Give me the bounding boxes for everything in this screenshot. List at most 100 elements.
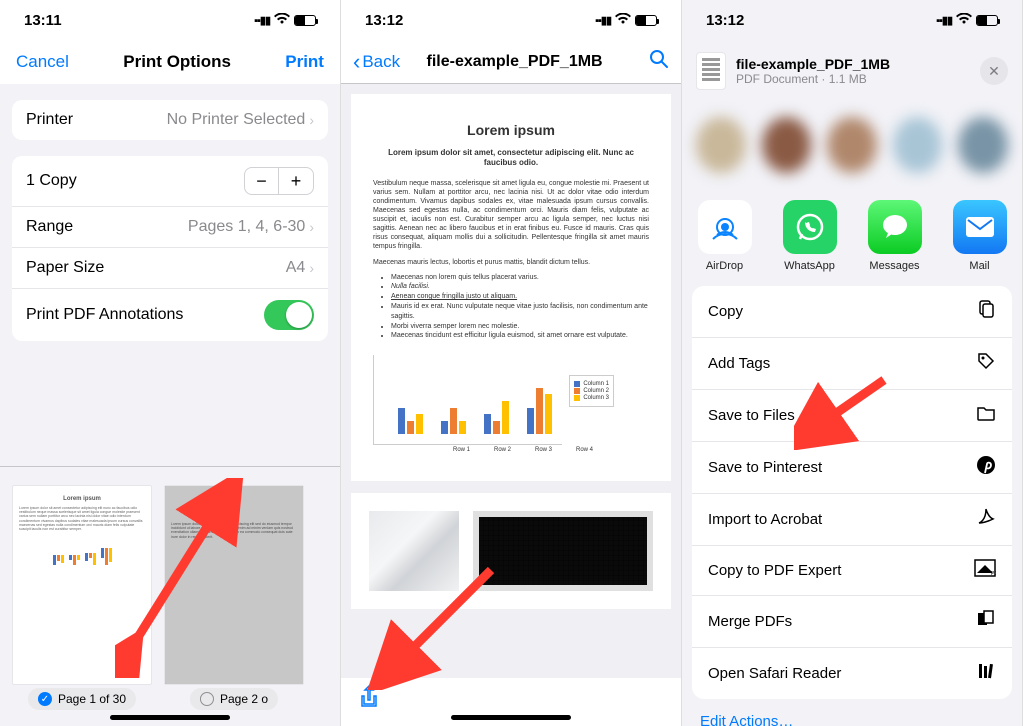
app-whatsapp[interactable]: WhatsApp [778,200,842,272]
document-scroll[interactable]: Lorem ipsum Lorem ipsum dolor sit amet, … [341,84,681,678]
copies-stepper[interactable]: − + [244,167,314,195]
share-icon[interactable] [359,685,379,715]
airdrop-icon [698,200,752,254]
stepper-minus[interactable]: − [245,168,279,194]
printer-row[interactable]: Printer No Printer Selected› [12,100,328,140]
status-icons: ▪▪▮▮ [595,12,657,29]
document-page: Lorem ipsum Lorem ipsum dolor sit amet, … [351,94,671,481]
action-merge-pdfs[interactable]: Merge PDFs [692,596,1012,648]
circle-icon [200,692,214,706]
annotations-toggle[interactable] [264,300,314,330]
list-item: Maecenas non lorem quis tellus placerat … [391,273,649,283]
nav-title: file-example_PDF_1MB [400,53,649,71]
range-value: Pages 1, 4, 6-30 [188,218,305,236]
papersize-row[interactable]: Paper Size A4› [12,248,328,289]
thumb-page-1[interactable]: Lorem ipsum Lorem ipsum dolor sit amet c… [12,485,152,685]
status-icons: ▪▪▮▮ [254,12,316,29]
messages-icon [868,200,922,254]
battery-icon [294,15,316,26]
doc-paragraph: Vestibulum neque massa, scelerisque sit … [373,179,649,252]
search-icon[interactable] [649,49,669,74]
copies-label: 1 Copy [26,172,77,190]
signal-icon: ▪▪▮▮ [595,14,611,27]
action-safari-reader[interactable]: Open Safari Reader [692,648,1012,699]
stepper-plus[interactable]: + [279,168,313,194]
papersize-value: A4 [286,259,306,277]
file-name: file-example_PDF_1MB [736,56,970,72]
annotations-label: Print PDF Annotations [26,306,183,324]
page-thumbnails[interactable]: Lorem ipsum Lorem ipsum dolor sit amet c… [0,466,340,726]
thumb-label-1: ✓ Page 1 of 30 [28,688,136,710]
tag-icon [976,351,996,376]
action-add-tags[interactable]: Add Tags [692,338,1012,390]
nav-bar: Cancel Print Options Print [0,40,340,84]
list-item: Aenean congue fringilla justo ut aliquam… [391,292,649,302]
app-airdrop[interactable]: AirDrop [693,200,757,272]
options-card: 1 Copy − + Range Pages 1, 4, 6-30› Paper… [12,156,328,341]
range-row[interactable]: Range Pages 1, 4, 6-30› [12,207,328,248]
thumb-page-text: Page 2 o [220,692,268,706]
wifi-icon [956,12,972,29]
nav-title: Print Options [123,52,231,72]
battery-icon [635,15,657,26]
pdfexpert-icon: PDF [974,559,996,582]
action-copy-pdfexpert[interactable]: Copy to PDF Expert PDF [692,546,1012,596]
wifi-icon [615,12,631,29]
thumb-page-2[interactable]: Lorem ipsum dolor sit amet consectetur a… [164,485,304,685]
signal-icon: ▪▪▮▮ [254,14,270,27]
screen-print-options: 13:11 ▪▪▮▮ Cancel Print Options Print Pr… [0,0,341,726]
action-save-pinterest[interactable]: Save to Pinterest [692,442,1012,494]
file-thumbnail [696,52,726,90]
chart-legend: Column 1Column 2Column 3 [569,375,614,407]
app-label: AirDrop [706,260,743,272]
mail-icon [953,200,1007,254]
doc-chart: Column 1Column 2Column 3 [373,355,562,445]
action-label: Open Safari Reader [708,665,841,682]
doc-subheading: Lorem ipsum dolor sit amet, consectetur … [373,148,649,169]
nav-bar: ‹ Back file-example_PDF_1MB [341,40,681,84]
edit-actions-button[interactable]: Edit Actions… [682,699,1022,726]
printer-label: Printer [26,111,73,129]
reader-icon [976,661,996,686]
doc-heading: Lorem ipsum [373,122,649,138]
file-meta: PDF Document · 1.1 MB [736,72,970,86]
contacts-row[interactable] [682,100,1022,190]
action-label: Copy to PDF Expert [708,562,841,579]
close-icon: ✕ [988,63,1000,80]
marble-image [369,511,459,591]
status-bar: 13:12 ▪▪▮▮ [682,0,1022,40]
document-page-2 [351,493,671,609]
sheet-header: file-example_PDF_1MB PDF Document · 1.1 … [682,40,1022,100]
list-item: Morbi viverra semper lorem nec molestie. [391,322,649,332]
app-messages[interactable]: Messages [863,200,927,272]
action-label: Import to Acrobat [708,511,822,528]
pinterest-icon [976,455,996,480]
check-icon: ✓ [38,692,52,706]
action-copy[interactable]: Copy [692,286,1012,338]
battery-icon [976,15,998,26]
home-indicator[interactable] [451,715,571,720]
app-mail[interactable]: Mail [948,200,1012,272]
apps-row: AirDrop WhatsApp Messages Mail [682,190,1022,286]
thumb-page-text: Page 1 of 30 [58,692,126,706]
home-indicator[interactable] [110,715,230,720]
status-bar: 13:12 ▪▪▮▮ [341,0,681,40]
signal-icon: ▪▪▮▮ [936,14,952,27]
back-button[interactable]: ‹ Back [353,49,400,75]
action-import-acrobat[interactable]: Import to Acrobat [692,494,1012,546]
thumb-label-2: Page 2 o [190,688,278,710]
status-bar: 13:11 ▪▪▮▮ [0,0,340,40]
action-save-to-files[interactable]: Save to Files [692,390,1012,442]
whatsapp-icon [783,200,837,254]
actions-list: Copy Add Tags Save to Files Save to Pint… [692,286,1012,699]
screen-share-sheet: 13:12 ▪▪▮▮ file-example_PDF_1MB PDF Docu… [682,0,1023,726]
close-button[interactable]: ✕ [980,57,1008,85]
action-label: Copy [708,303,743,320]
print-button[interactable]: Print [285,52,324,72]
wifi-icon [274,12,290,29]
action-label: Save to Files [708,407,795,424]
list-item: Nulla facilisi. [391,282,649,292]
cancel-button[interactable]: Cancel [16,52,69,72]
copies-row: 1 Copy − + [12,156,328,207]
keyboard-image [473,511,653,591]
